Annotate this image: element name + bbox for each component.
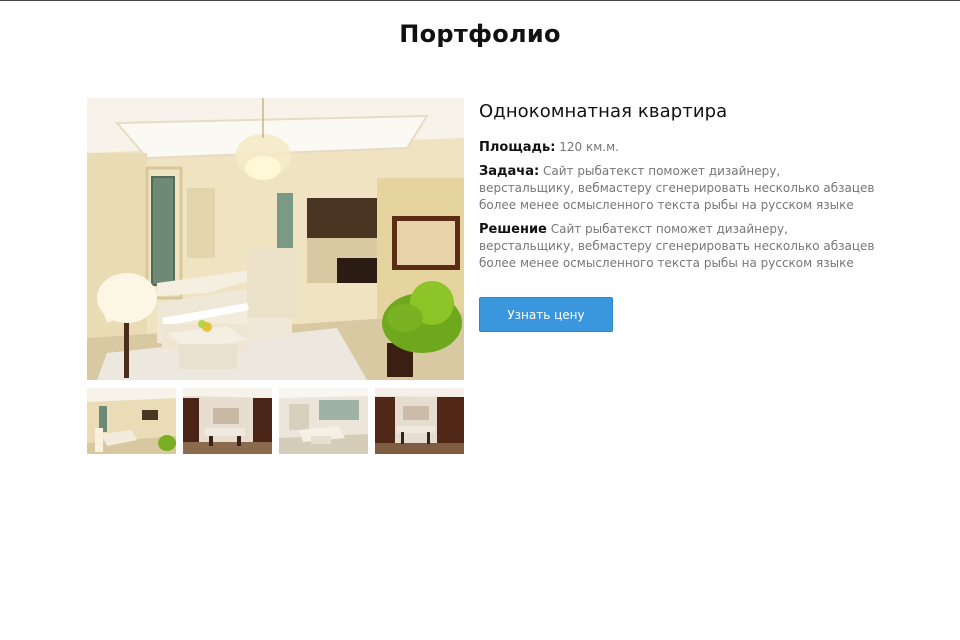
thumbnail-3[interactable]	[279, 388, 368, 454]
thumbnail-2[interactable]	[183, 388, 272, 454]
solution-row: Решение Сайт рыбатекст поможет дизайнеру…	[479, 221, 879, 272]
main-project-photo	[87, 98, 464, 380]
project-title: Однокомнатная квартира	[479, 101, 728, 122]
area-row: Площадь: 120 км.м.	[479, 139, 879, 156]
get-price-button[interactable]: Узнать цену	[479, 297, 613, 332]
area-value: 120 км.м.	[559, 140, 619, 154]
solution-label: Решение	[479, 222, 547, 237]
thumbnail-1[interactable]	[87, 388, 176, 454]
thumbnail-strip	[87, 388, 464, 454]
area-label: Площадь:	[479, 140, 556, 155]
page-title: Портфолио	[399, 20, 561, 48]
task-row: Задача: Сайт рыбатекст поможет дизайнеру…	[479, 163, 879, 214]
thumbnail-4[interactable]	[375, 388, 464, 454]
task-text: Сайт рыбатекст поможет дизайнеру, верста…	[479, 164, 875, 212]
project-info: Однокомнатная квартира Площадь: 120 км.м…	[479, 101, 879, 279]
task-label: Задача:	[479, 164, 540, 179]
